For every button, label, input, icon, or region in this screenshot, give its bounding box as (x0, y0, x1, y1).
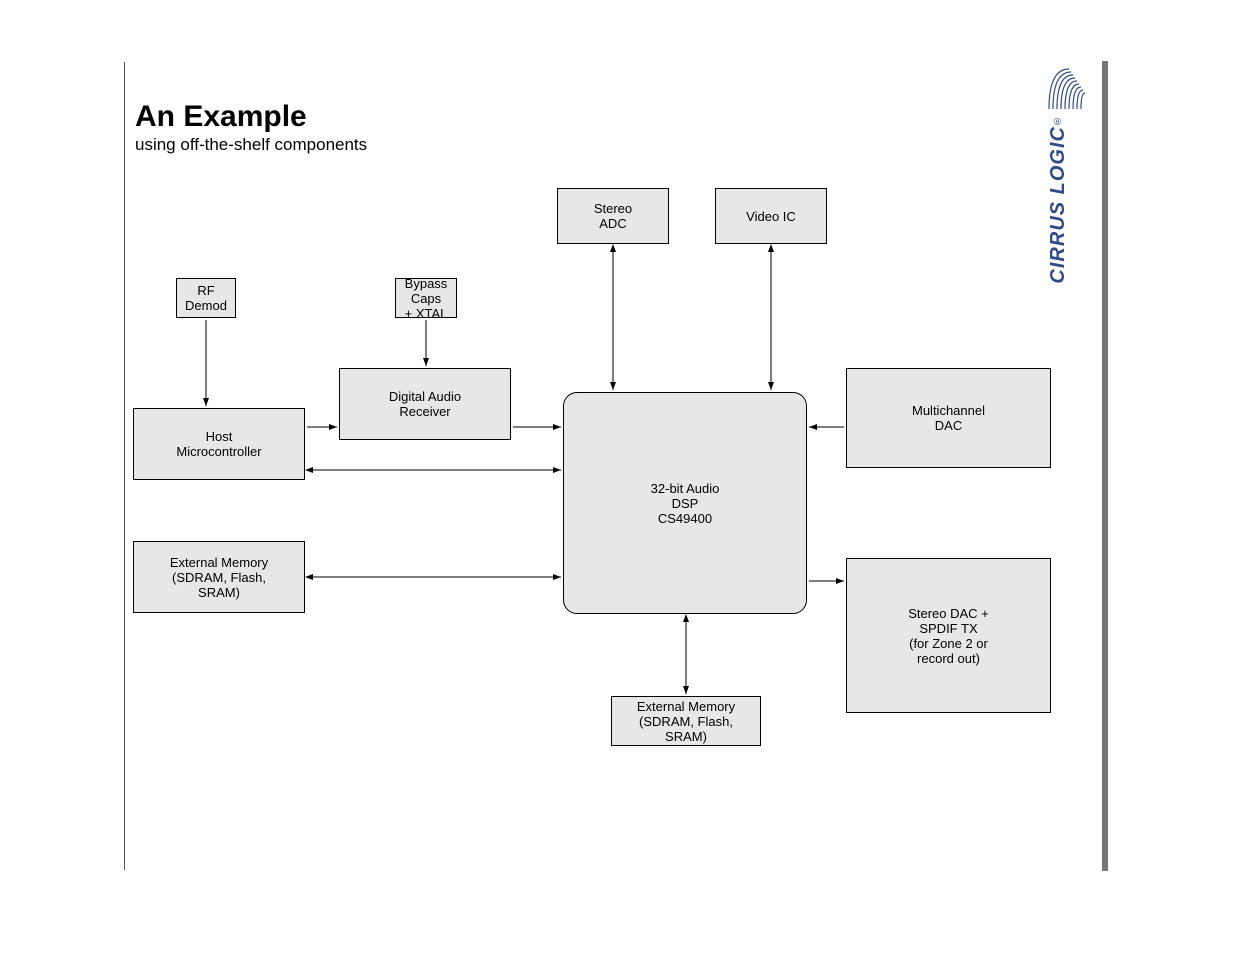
block-dsp: 32-bit AudioDSPCS49400 (563, 392, 807, 614)
block-stereo-adc: StereoADC (557, 188, 669, 244)
brand-logo: CIRRUS LOGIC® (1047, 64, 1087, 384)
block-bypass-caps: Bypass Caps+ XTAL (395, 278, 457, 318)
brand-name: CIRRUS LOGIC (1047, 126, 1069, 284)
logo-text: CIRRUS LOGIC® (1047, 114, 1070, 284)
block-ext-mem: External Memory(SDRAM, Flash,SRAM) (133, 541, 305, 613)
block-ext-mem-bottom: External Memory(SDRAM, Flash,SRAM) (611, 696, 761, 746)
page-title: An Example (135, 100, 307, 134)
block-host-micro: HostMicrocontroller (133, 408, 305, 480)
block-digital-receiver: Digital AudioReceiver (339, 368, 511, 440)
block-video: Video IC (715, 188, 827, 244)
block-multich-dac: MultichannelDAC (846, 368, 1051, 468)
block-rf-demod: RFDemod (176, 278, 236, 318)
logo-globe-icon (1047, 64, 1087, 114)
accent-sidebar (1102, 61, 1108, 871)
block-stereo-dac-spdif: Stereo DAC +SPDIF TX(for Zone 2 orrecord… (846, 558, 1051, 713)
page-subtitle: using off-the-shelf components (135, 135, 367, 155)
page-root: CIRRUS LOGIC® An Example using off-the-s… (0, 0, 1235, 954)
registered-mark: ® (1052, 114, 1063, 126)
